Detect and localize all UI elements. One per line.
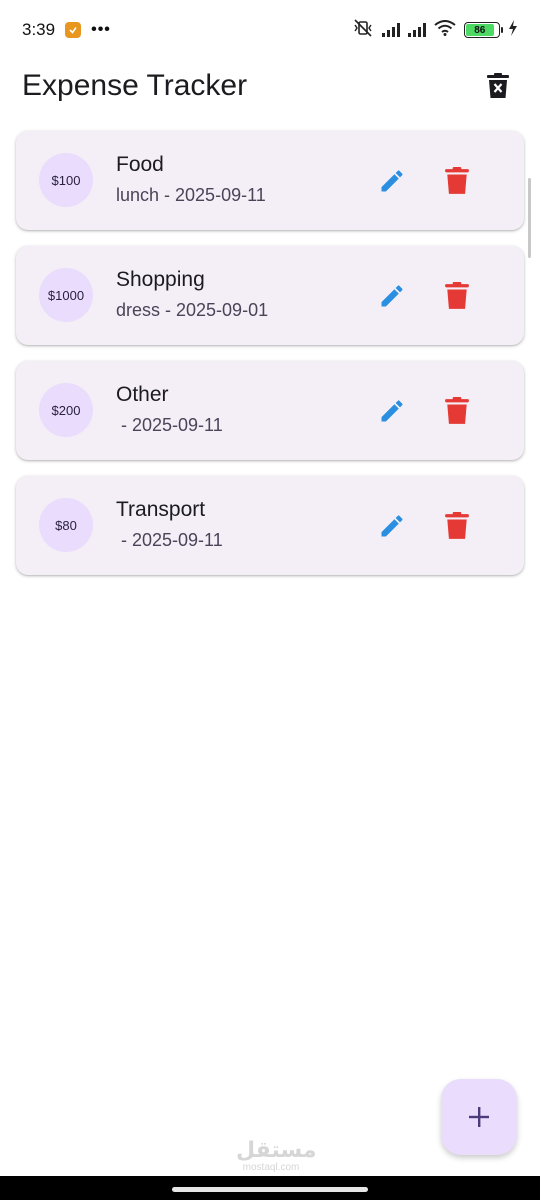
expense-subtitle: - 2025-09-11 xyxy=(116,415,223,435)
expense-card[interactable]: $100 Food lunch - 2025-09-11 xyxy=(16,131,524,230)
amount-avatar: $200 xyxy=(39,383,93,437)
expense-category: Shopping xyxy=(116,268,205,291)
delete-forever-icon xyxy=(487,73,509,98)
page-title: Expense Tracker xyxy=(22,69,248,102)
more-notifications-icon: ••• xyxy=(91,21,111,38)
amount-avatar: $1000 xyxy=(39,268,93,322)
expense-subtitle: - 2025-09-11 xyxy=(116,530,223,550)
app-bar: Expense Tracker xyxy=(0,60,540,112)
expense-card[interactable]: $1000 Shopping dress - 2025-09-01 xyxy=(16,246,524,345)
delete-button[interactable] xyxy=(439,163,475,199)
expense-subtitle: dress - 2025-09-01 xyxy=(116,300,269,320)
signal-1-icon xyxy=(382,23,400,37)
delete-button[interactable] xyxy=(439,508,475,544)
watermark-logo: مستقل mostaql.com xyxy=(236,1138,317,1174)
status-bar: 3:39 ••• 86 xyxy=(0,0,540,60)
delete-button[interactable] xyxy=(439,393,475,429)
charging-icon xyxy=(508,19,518,41)
clear-all-button[interactable] xyxy=(478,66,518,106)
edit-button[interactable] xyxy=(374,508,410,544)
pencil-icon xyxy=(381,285,403,307)
expense-category: Transport xyxy=(116,498,206,521)
expense-text: Other - 2025-09-11 xyxy=(116,381,223,439)
trash-icon xyxy=(445,167,469,194)
vibrate-off-icon xyxy=(352,18,374,42)
expense-text: Shopping dress - 2025-09-01 xyxy=(116,266,268,324)
plus-icon xyxy=(469,1107,489,1127)
expense-list: $100 Food lunch - 2025-09-11 $1000 Shopp… xyxy=(16,131,524,591)
expense-text: Food lunch - 2025-09-11 xyxy=(116,151,266,209)
watermark-url: mostaql.com xyxy=(242,1162,300,1173)
pencil-icon xyxy=(381,515,403,537)
trash-icon xyxy=(445,282,469,309)
expense-card[interactable]: $200 Other - 2025-09-11 xyxy=(16,361,524,460)
pencil-icon xyxy=(381,170,403,192)
expense-category: Other xyxy=(116,383,169,406)
edit-button[interactable] xyxy=(374,278,410,314)
edit-button[interactable] xyxy=(374,163,410,199)
status-right: 86 xyxy=(352,18,518,42)
add-expense-button[interactable] xyxy=(441,1079,517,1155)
scrollbar[interactable] xyxy=(528,178,531,258)
notification-app-icon xyxy=(65,22,82,38)
expense-subtitle: lunch - 2025-09-11 xyxy=(116,185,266,205)
signal-2-icon xyxy=(408,23,426,37)
expense-category: Food xyxy=(116,153,164,176)
delete-button[interactable] xyxy=(439,278,475,314)
amount-avatar: $100 xyxy=(39,153,93,207)
expense-text: Transport - 2025-09-11 xyxy=(116,496,223,554)
battery-icon: 86 xyxy=(464,22,503,38)
battery-level: 86 xyxy=(466,24,494,36)
amount-avatar: $80 xyxy=(39,498,93,552)
status-time: 3:39 xyxy=(22,20,56,39)
watermark-text: مستقل xyxy=(236,1138,317,1163)
expense-card[interactable]: $80 Transport - 2025-09-11 xyxy=(16,476,524,575)
edit-button[interactable] xyxy=(374,393,410,429)
system-nav-bar xyxy=(0,1176,540,1200)
status-left: 3:39 ••• xyxy=(22,20,111,40)
trash-icon xyxy=(445,397,469,424)
trash-icon xyxy=(445,512,469,539)
pencil-icon xyxy=(381,400,403,422)
wifi-icon xyxy=(434,19,456,41)
home-gesture-handle[interactable] xyxy=(172,1187,368,1192)
